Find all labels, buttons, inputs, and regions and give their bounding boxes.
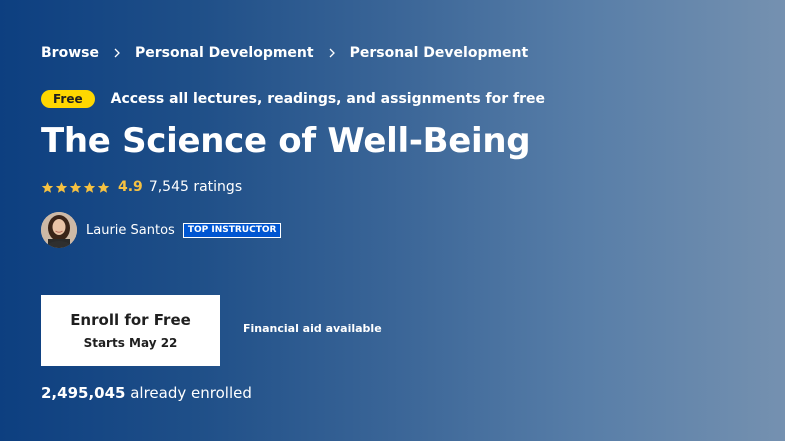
star-icon xyxy=(55,181,68,193)
star-icon xyxy=(41,181,54,193)
star-icon xyxy=(97,181,110,193)
star-rating xyxy=(41,181,111,194)
enroll-start-date: Starts May 22 xyxy=(83,336,178,350)
rating-row: 4.9 7,545 ratings xyxy=(41,179,242,195)
star-icon xyxy=(69,181,82,193)
financial-aid-link[interactable]: Financial aid available xyxy=(243,322,382,335)
course-title: The Science of Well-Being xyxy=(41,121,531,161)
enrollment-count: 2,495,045 already enrolled xyxy=(41,384,252,402)
free-access-banner: Free Access all lectures, readings, and … xyxy=(41,90,545,108)
course-hero: Browse Personal Development Personal Dev… xyxy=(0,0,785,441)
enroll-button[interactable]: Enroll for Free Starts May 22 xyxy=(41,295,220,366)
breadcrumb: Browse Personal Development Personal Dev… xyxy=(41,45,528,61)
enrolled-number: 2,495,045 xyxy=(41,384,126,402)
rating-count[interactable]: 7,545 ratings xyxy=(149,179,242,195)
chevron-right-icon xyxy=(111,47,123,59)
instructor-avatar[interactable] xyxy=(41,212,77,248)
rating-value: 4.9 xyxy=(118,179,143,195)
instructor-row: Laurie Santos TOP INSTRUCTOR xyxy=(41,212,282,248)
top-instructor-badge: TOP INSTRUCTOR xyxy=(182,222,282,238)
breadcrumb-item-browse[interactable]: Browse xyxy=(41,45,99,61)
breadcrumb-item-personal-development[interactable]: Personal Development xyxy=(135,45,314,61)
enroll-button-label: Enroll for Free xyxy=(70,311,191,329)
star-icon xyxy=(83,181,96,193)
instructor-name[interactable]: Laurie Santos xyxy=(86,223,175,238)
enrolled-suffix: already enrolled xyxy=(125,384,252,402)
breadcrumb-item-personal-development-sub[interactable]: Personal Development xyxy=(350,45,529,61)
free-badge: Free xyxy=(41,90,95,108)
chevron-right-icon xyxy=(326,47,338,59)
free-access-text: Access all lectures, readings, and assig… xyxy=(110,91,546,107)
